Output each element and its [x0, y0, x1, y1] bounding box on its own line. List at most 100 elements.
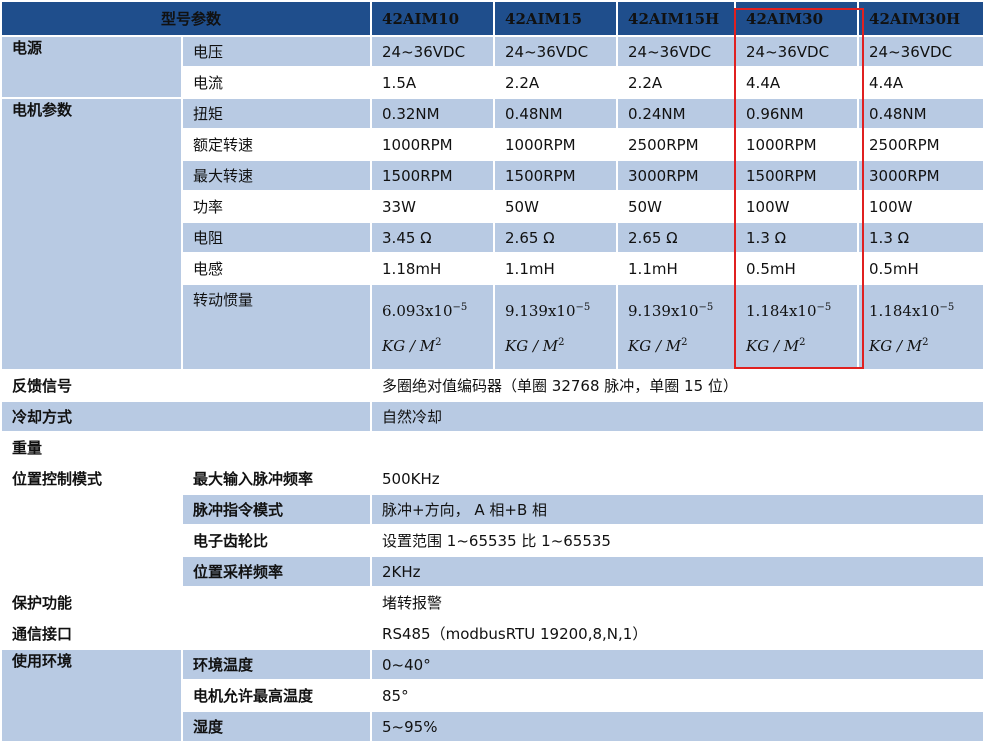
cell: 24~36VDC	[370, 35, 496, 68]
cell: 33W	[370, 190, 496, 223]
cell: 24~36VDC	[616, 35, 737, 68]
cell: 100W	[734, 190, 860, 223]
cooling-row: 冷却方式 自然冷却	[0, 400, 983, 433]
row-label: 电子齿轮比	[180, 524, 373, 557]
cell: 2.2A	[493, 66, 619, 99]
header-row: 型号参数 42AIM10 42AIM15 42AIM15H 42AIM30 42…	[0, 0, 983, 37]
cell: 3000RPM	[616, 159, 737, 192]
cell: 2.2A	[616, 66, 737, 99]
cell: 2.65 Ω	[493, 221, 619, 254]
cell: 1.1mH	[616, 252, 737, 285]
cell: 1.1mH	[493, 252, 619, 285]
cell: 5~95%	[370, 710, 983, 743]
cell: 2.65 Ω	[616, 221, 737, 254]
inertia-value: 9.139x10	[628, 302, 699, 320]
inertia-unit: KG / M	[869, 337, 923, 355]
row-label: 电机允许最高温度	[180, 679, 373, 712]
inertia-exp: −5	[575, 302, 591, 313]
cell: 0~40°	[370, 648, 983, 681]
comm-row: 通信接口 RS485（modbusRTU 19200,8,N,1）	[0, 617, 983, 650]
inertia-unit-exp: 2	[922, 337, 929, 348]
cell: 1500RPM	[734, 159, 860, 192]
torque-row: 电机参数 扭矩 0.32NM 0.48NM 0.24NM 0.96NM 0.48…	[0, 97, 983, 371]
inertia-cell: 9.139x10−5 KG / M2	[616, 283, 737, 371]
cell: 24~36VDC	[493, 35, 619, 68]
row-label: 电流	[180, 66, 373, 99]
group-position: 位置控制模式	[0, 462, 183, 495]
row-label: 保护功能	[0, 586, 373, 619]
cell: 1.18mH	[370, 252, 496, 285]
sampling-row: 位置采样频率 2KHz	[0, 555, 983, 588]
cell: 2500RPM	[616, 128, 737, 161]
cell: 3000RPM	[857, 159, 983, 192]
feedback-row: 反馈信号 多圈绝对值编码器（单圈 32768 脉冲，单圈 15 位）	[0, 369, 983, 402]
cell: 50W	[493, 190, 619, 223]
group-environment: 使用环境	[0, 648, 183, 743]
inertia-unit-exp: 2	[435, 337, 442, 348]
cell: 4.4A	[734, 66, 860, 99]
cell: 1500RPM	[493, 159, 619, 192]
row-label: 电阻	[180, 221, 373, 254]
header-model: 42AIM15	[493, 0, 619, 37]
row-label: 重量	[0, 431, 373, 464]
cell: 1000RPM	[370, 128, 496, 161]
cell: 85°	[370, 679, 983, 712]
inertia-exp: −5	[939, 302, 955, 313]
header-model: 42AIM30	[734, 0, 860, 37]
inertia-unit: KG / M	[382, 337, 436, 355]
spec-table: 型号参数 42AIM10 42AIM15 42AIM15H 42AIM30 42…	[0, 0, 983, 743]
row-label: 扭矩	[180, 97, 373, 130]
cell: 脉冲+方向， A 相+B 相	[370, 493, 983, 526]
inertia-cell: 1.184x10−5 KG / M2	[857, 283, 983, 371]
cell: 100W	[857, 190, 983, 223]
row-label: 环境温度	[180, 648, 373, 681]
pulse-mode-row: 脉冲指令模式 脉冲+方向， A 相+B 相	[0, 493, 983, 526]
group-power: 电源	[0, 35, 183, 99]
weight-row: 重量	[0, 431, 983, 464]
row-label: 功率	[180, 190, 373, 223]
blank-cell	[0, 555, 183, 588]
inertia-value: 1.184x10	[746, 302, 817, 320]
blank-cell	[0, 524, 183, 557]
inertia-value: 1.184x10	[869, 302, 940, 320]
cell: 1500RPM	[370, 159, 496, 192]
row-label: 额定转速	[180, 128, 373, 161]
row-label: 转动惯量	[180, 283, 373, 371]
cell: 3.45 Ω	[370, 221, 496, 254]
row-label: 通信接口	[0, 617, 373, 650]
inertia-cell: 6.093x10−5 KG / M2	[370, 283, 496, 371]
row-label: 电压	[180, 35, 373, 68]
cell: 500KHz	[370, 462, 983, 495]
inertia-value: 6.093x10	[382, 302, 453, 320]
row-label: 最大输入脉冲频率	[180, 462, 373, 495]
cell: 多圈绝对值编码器（单圈 32768 脉冲，单圈 15 位）	[370, 369, 983, 402]
inertia-unit: KG / M	[746, 337, 800, 355]
cell: RS485（modbusRTU 19200,8,N,1）	[370, 617, 983, 650]
cell: 0.24NM	[616, 97, 737, 130]
ambient-temp-row: 使用环境 环境温度 0~40°	[0, 648, 983, 743]
inertia-exp: −5	[698, 302, 714, 313]
inertia-unit: KG / M	[628, 337, 682, 355]
header-model: 42AIM15H	[616, 0, 737, 37]
inertia-value: 9.139x10	[505, 302, 576, 320]
row-label: 最大转速	[180, 159, 373, 192]
inertia-cell: 9.139x10−5 KG / M2	[493, 283, 619, 371]
inertia-unit-exp: 2	[681, 337, 688, 348]
inertia-exp: −5	[452, 302, 468, 313]
cell: 0.32NM	[370, 97, 496, 130]
cell: 0.5mH	[857, 252, 983, 285]
header-model: 42AIM30H	[857, 0, 983, 37]
cell: 0.48NM	[493, 97, 619, 130]
max-pulse-row: 位置控制模式 最大输入脉冲频率 500KHz	[0, 462, 983, 495]
inertia-exp: −5	[816, 302, 832, 313]
blank-cell	[0, 493, 183, 526]
inertia-unit-exp: 2	[558, 337, 565, 348]
inertia-unit-exp: 2	[799, 337, 806, 348]
cell: 24~36VDC	[734, 35, 860, 68]
header-model: 42AIM10	[370, 0, 496, 37]
row-label: 电感	[180, 252, 373, 285]
voltage-row: 电源 电压 24~36VDC 24~36VDC 24~36VDC 24~36VD…	[0, 35, 983, 99]
inertia-cell: 1.184x10−5 KG / M2	[734, 283, 860, 371]
cell: 设置范围 1~65535 比 1~65535	[370, 524, 983, 557]
cell: 2KHz	[370, 555, 983, 588]
